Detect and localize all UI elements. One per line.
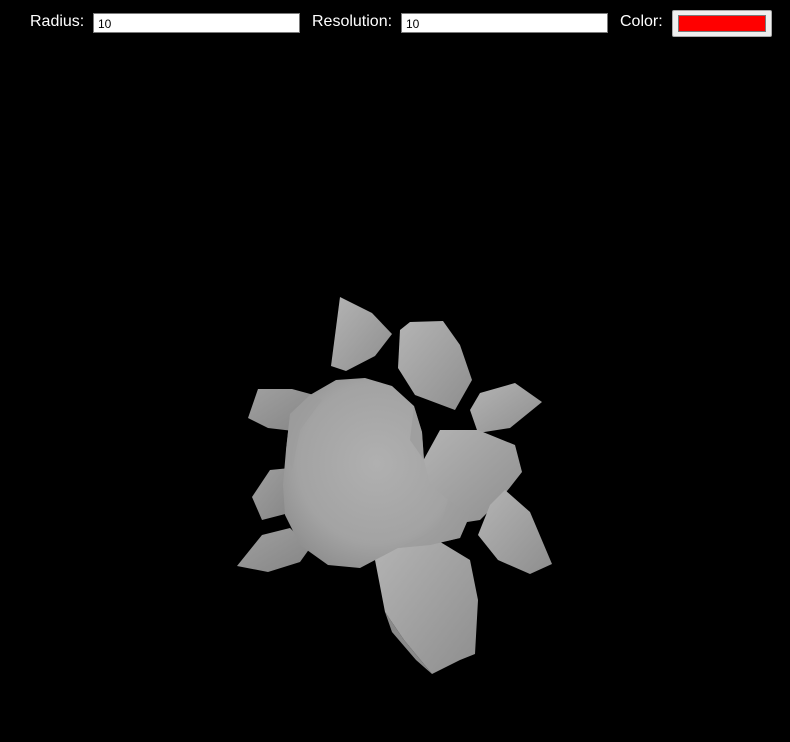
radius-label: Radius: xyxy=(30,13,85,30)
radius-input[interactable] xyxy=(93,13,300,33)
controls-toolbar: Radius: Resolution: Color: xyxy=(0,0,790,46)
color-label: Color: xyxy=(620,13,663,30)
mesh-blob xyxy=(237,297,552,674)
resolution-label: Resolution: xyxy=(312,13,393,30)
color-picker[interactable] xyxy=(672,10,772,37)
3d-viewport[interactable] xyxy=(0,46,790,742)
color-swatch xyxy=(678,15,766,32)
render-canvas xyxy=(237,297,552,674)
resolution-input[interactable] xyxy=(401,13,608,33)
app-window: Radius: Resolution: Color: xyxy=(0,0,790,742)
